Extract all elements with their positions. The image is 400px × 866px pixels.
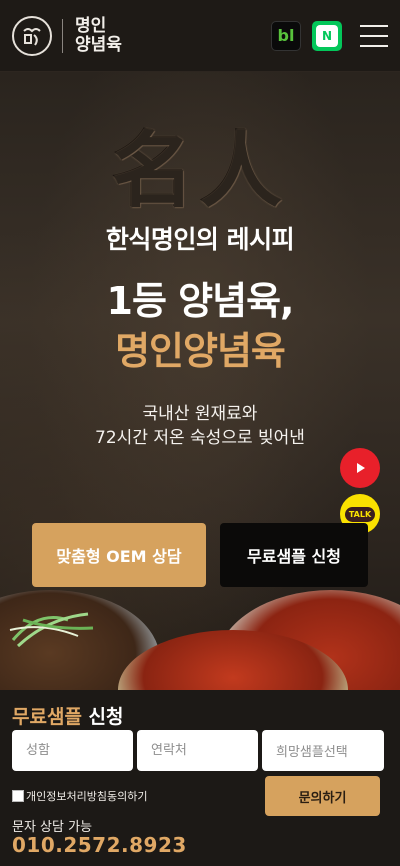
kakaotalk-label: TALK: [344, 506, 376, 522]
scallion-garnish: [9, 612, 94, 648]
privacy-checkbox[interactable]: [12, 790, 24, 802]
sample-request-form: 무료샘플 신청 희망샘플선택 개인정보처리방침동의하기 문의하기 문자 상담 가…: [0, 690, 400, 866]
logo-text: 명인 양념육: [75, 15, 122, 55]
naver-label: N: [321, 28, 333, 43]
privacy-consent[interactable]: 개인정보처리방침동의하기: [12, 788, 147, 804]
header-actions: bl N: [271, 20, 388, 51]
logo-line2: 양념육: [75, 34, 122, 55]
form-title-white: 신청: [81, 706, 124, 728]
free-sample-button[interactable]: 무료샘플 신청: [220, 523, 368, 587]
hero-headline-1: 1등 양념육,: [106, 279, 295, 323]
logo-emblem-icon: [12, 15, 52, 56]
contact-input[interactable]: [137, 730, 258, 771]
menu-bar: [360, 44, 388, 47]
hero-subtitle: 한식명인의 레시피: [105, 225, 295, 254]
blog-icon[interactable]: bl: [271, 20, 301, 51]
logo-divider: [62, 18, 63, 53]
naver-inner: N: [316, 24, 338, 47]
hero-hanja: 名人: [111, 123, 288, 219]
name-input[interactable]: [12, 730, 133, 771]
hero-desc-line1: 국내산 원재료와: [142, 404, 258, 424]
menu-bar: [360, 24, 388, 27]
logo[interactable]: 명인 양념육: [12, 15, 122, 56]
youtube-icon[interactable]: [340, 448, 380, 488]
sample-select[interactable]: 희망샘플선택: [262, 730, 384, 771]
inquiry-submit-button[interactable]: 문의하기: [265, 776, 380, 816]
menu-bar: [360, 34, 388, 37]
hero-description: 국내산 원재료와 72시간 저온 숙성으로 빚어낸: [0, 402, 400, 450]
privacy-consent-label: 개인정보처리방침동의하기: [26, 790, 148, 803]
hero-section: 名人 한식명인의 레시피 1등 양념육, 명인양념육 국내산 원재료와 72시간…: [0, 72, 400, 690]
form-title-gold: 무료샘플: [12, 706, 82, 728]
form-title: 무료샘플 신청: [12, 702, 124, 729]
phone-number[interactable]: 010.2572.8923: [12, 833, 187, 857]
hero-desc-line2: 72시간 저온 숙성으로 빚어낸: [95, 428, 305, 448]
logo-line1: 명인: [75, 15, 107, 36]
menu-icon[interactable]: [360, 24, 388, 47]
oem-consult-button[interactable]: 맞춤형 OEM 상담: [32, 523, 206, 587]
site-header: 명인 양념육 bl N: [0, 0, 400, 72]
naver-icon[interactable]: N: [312, 20, 342, 51]
blog-label: bl: [277, 26, 295, 45]
hero-headline-2: 명인양념육: [115, 329, 286, 373]
